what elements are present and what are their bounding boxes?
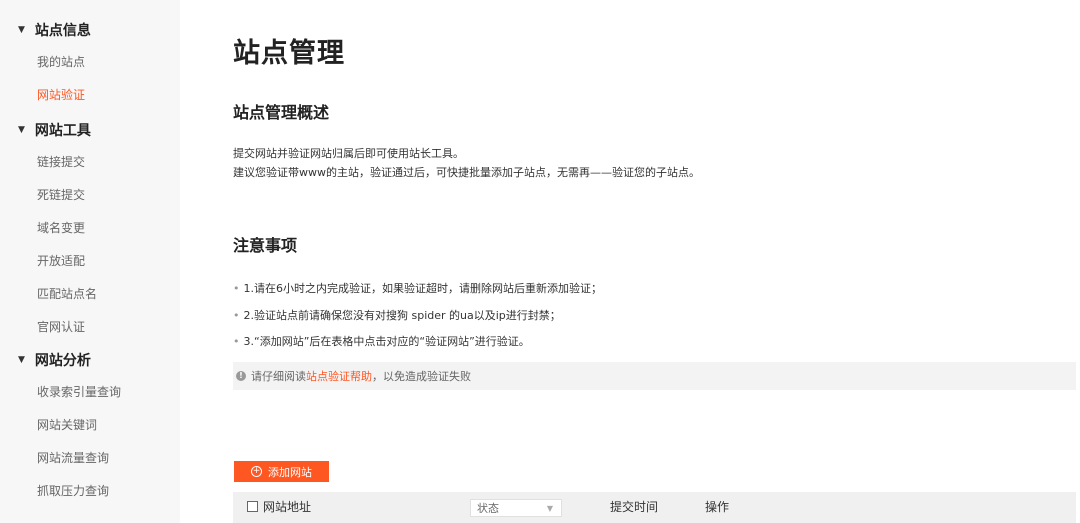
plus-circle-icon: + (251, 466, 262, 477)
chevron-down-icon: ▼ (546, 504, 553, 513)
nav-section-site-info[interactable]: ▼ 站点信息 (18, 20, 91, 40)
nav-section-site-analysis[interactable]: ▼ 网站分析 (18, 350, 91, 370)
main-content: 站点管理 站点管理概述 提交网站并验证网站归属后即可使用站长工具。 建议您验证带… (233, 0, 1080, 523)
caret-down-icon: ▼ (18, 125, 25, 135)
col-site-address: 网站地址 (247, 492, 311, 523)
sidebar-item-my-sites[interactable]: 我的站点 (37, 53, 85, 71)
select-all-checkbox[interactable] (247, 501, 258, 512)
overview-line: 建议您验证带www的主站，验证通过后，可快捷批量添加子站点，无需再——验证您的子… (233, 166, 700, 179)
nav-section-label: 站点信息 (34, 23, 91, 39)
nav-section-site-tools[interactable]: ▼ 网站工具 (18, 120, 91, 140)
sidebar-item-link-submit[interactable]: 链接提交 (37, 153, 85, 171)
sidebar-item-keywords[interactable]: 网站关键词 (37, 416, 97, 434)
sidebar-item-open-adapt[interactable]: 开放适配 (37, 252, 85, 270)
overview-title: 站点管理概述 (233, 103, 330, 122)
caret-down-icon: ▼ (18, 25, 25, 35)
note-item: • 3.“添加网站”后在表格中点击对应的“验证网站”进行验证。 (233, 335, 530, 348)
overview-line: 提交网站并验证网站归属后即可使用站长工具。 (233, 147, 464, 160)
note-item: • 1.请在6小时之内完成验证，如果验证超时，请删除网站后重新添加验证； (233, 282, 602, 295)
sidebar-item-match-site-name[interactable]: 匹配站点名 (37, 285, 97, 303)
notes-title: 注意事项 (233, 236, 298, 255)
sidebar-item-crawl-pressure[interactable]: 抓取压力查询 (37, 482, 109, 500)
col-action: 操作 (705, 500, 730, 514)
col-submit-time: 提交时间 (610, 500, 659, 514)
page-title: 站点管理 (233, 38, 345, 69)
notice-suffix: ，以免造成验证失败 (372, 370, 471, 383)
sidebar-item-deadlink-submit[interactable]: 死链提交 (37, 186, 85, 204)
caret-down-icon: ▼ (18, 355, 25, 365)
nav-section-label: 网站分析 (34, 353, 91, 369)
bullet-dot-icon: • (233, 335, 240, 348)
nav-section-label: 网站工具 (34, 123, 91, 139)
warning-icon: ! (236, 371, 246, 381)
status-filter-select[interactable]: 状态 ▼ (470, 499, 562, 517)
sidebar-item-traffic-query[interactable]: 网站流量查询 (37, 449, 109, 467)
sidebar-item-official-cert[interactable]: 官网认证 (37, 318, 85, 336)
bullet-dot-icon: • (233, 282, 240, 295)
sites-table-header: 网站地址 状态 ▼ 提交时间 操作 (233, 492, 1076, 523)
verify-notice: ! 请仔细阅读 站点验证帮助 ，以免造成验证失败 (233, 362, 1076, 390)
sidebar-item-domain-change[interactable]: 域名变更 (37, 219, 85, 237)
sidebar: ▼ 站点信息 我的站点 网站验证 ▼ 网站工具 链接提交 死链提交 域名变更 开… (0, 0, 180, 523)
add-site-button[interactable]: + 添加网站 (234, 461, 329, 482)
sidebar-item-site-verify[interactable]: 网站验证 (37, 86, 85, 104)
note-item: • 2.验证站点前请确保您没有对搜狗 spider 的ua以及ip进行封禁； (233, 309, 561, 322)
add-site-label: 添加网站 (268, 465, 312, 479)
bullet-dot-icon: • (233, 309, 240, 322)
sidebar-item-index-query[interactable]: 收录索引量查询 (37, 383, 121, 401)
notice-prefix: 请仔细阅读 (251, 370, 306, 383)
verify-help-link[interactable]: 站点验证帮助 (306, 368, 372, 384)
